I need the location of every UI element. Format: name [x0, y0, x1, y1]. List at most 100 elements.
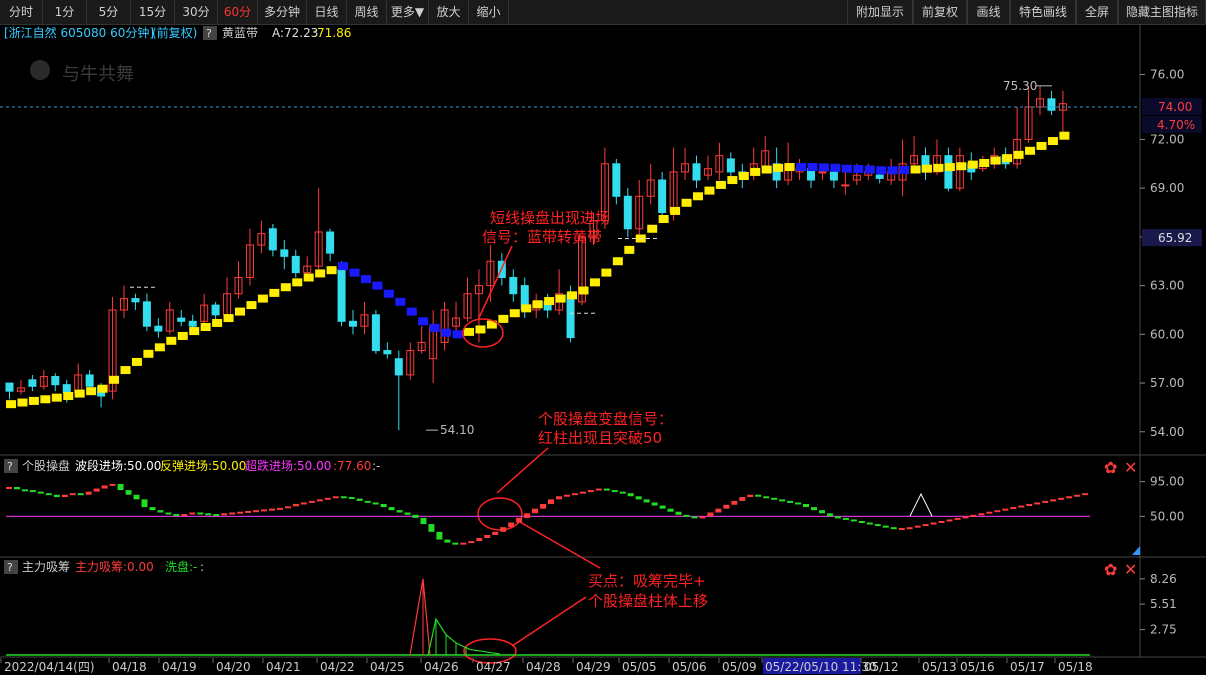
band-segment [109, 375, 120, 384]
band-segment [189, 327, 200, 336]
osc-bar [803, 504, 810, 508]
osc-bar [946, 519, 953, 522]
osc-bar [316, 499, 323, 502]
band-segment [372, 281, 383, 290]
price-label-0: 76.00 [1150, 67, 1184, 81]
osc-bar [93, 488, 100, 492]
band-segment [807, 163, 818, 172]
band-segment [154, 343, 165, 352]
osc-bar [986, 511, 993, 514]
band-segment [166, 336, 177, 345]
band-segment [292, 278, 303, 287]
band-segment [509, 309, 520, 318]
band-segment [887, 166, 898, 175]
osc-bar [691, 516, 698, 519]
osc-bar [795, 502, 802, 505]
panel2-oversold: 超跌进场:50.00 [245, 458, 331, 473]
candle-body [188, 320, 197, 327]
high-label: 75.30 [1003, 79, 1037, 93]
osc-bar [970, 514, 977, 517]
band-segment [876, 166, 887, 175]
band-segment [498, 314, 509, 323]
osc-bar [141, 499, 148, 508]
band-segment [784, 163, 795, 172]
date-label-13: 05/09 [722, 660, 757, 674]
low-label: 54.10 [440, 423, 474, 437]
osc-bar [532, 508, 539, 514]
watermark: 与牛共舞 [62, 64, 134, 85]
osc-bar [890, 527, 897, 530]
band-segment [738, 171, 749, 180]
date-label-14: 05/22/05/10 11:30 [765, 660, 877, 674]
band-segment [235, 307, 245, 316]
osc-bar [101, 485, 108, 489]
candle-body [177, 317, 186, 322]
osc-bar [874, 524, 881, 527]
band-segment [97, 384, 108, 393]
band-segment [956, 162, 967, 171]
osc-bar [683, 514, 690, 517]
osc-bar [500, 527, 507, 532]
osc-bar [731, 500, 738, 505]
osc-bar [173, 514, 180, 517]
date-label-17: 05/16 [960, 660, 995, 674]
osc-bar [699, 516, 706, 519]
band-segment [40, 395, 51, 404]
band-segment [750, 167, 761, 176]
osc-bar [364, 500, 371, 503]
candle-body [337, 268, 346, 322]
candle-body [142, 301, 151, 327]
panel2-wave: 波段进场:50.00 [75, 458, 161, 473]
osc-bar [659, 505, 666, 509]
osc-bar [540, 504, 547, 509]
osc-bar [109, 483, 116, 486]
osc-bar [635, 496, 642, 500]
band-segment [704, 186, 715, 195]
band-segment [1036, 141, 1047, 150]
osc-bar [619, 491, 626, 494]
panel3-name: 主力吸筹 [22, 560, 70, 574]
date-label-4: 04/21 [266, 660, 301, 674]
panel2-value: :77.60 [333, 459, 371, 473]
candle-body [612, 163, 621, 197]
candle-body [623, 195, 632, 230]
price-label-5: 60.00 [1150, 327, 1184, 341]
annotation-2-line2: 红柱出现且突破50 [538, 429, 662, 447]
date-label-3: 04/20 [216, 660, 251, 674]
osc-corner-marker [1132, 546, 1140, 555]
osc-bar [492, 531, 499, 535]
band-segment [131, 357, 142, 366]
osc-bar [412, 514, 419, 518]
osc-bar [1002, 508, 1009, 511]
osc-bar [292, 504, 299, 507]
annotation-1-line1: 短线操盘出现进场 [490, 209, 610, 227]
osc-bar [811, 507, 818, 511]
indicator-name: 黄蓝带 [222, 26, 258, 40]
candle-body [1047, 98, 1056, 111]
panel3-help-icon: ? [7, 561, 13, 574]
osc-bar [181, 514, 188, 517]
osc-bar [460, 542, 467, 545]
osc-bar [149, 507, 156, 511]
indicator-a-value: A:72.23 [272, 26, 318, 40]
osc-bar [284, 506, 291, 509]
osc-bar [332, 496, 339, 499]
absorb-label-0: 8.26 [1150, 572, 1177, 586]
osc-bar [436, 531, 443, 540]
band-segment [990, 156, 1001, 165]
osc-bar [548, 499, 554, 504]
osc-bar [261, 509, 268, 512]
osc-bar [404, 512, 411, 515]
band-segment [326, 266, 337, 275]
band-segment [818, 163, 829, 172]
band-segment [418, 317, 429, 326]
band-segment [1059, 131, 1070, 140]
band-segment [212, 318, 223, 327]
date-label-19: 05/18 [1058, 660, 1093, 674]
date-label-2: 04/19 [162, 660, 197, 674]
date-label-5: 04/22 [320, 660, 355, 674]
osc-bar [1066, 496, 1073, 499]
band-segment [17, 398, 28, 407]
candle-body [326, 231, 335, 254]
osc-bar [308, 500, 315, 503]
